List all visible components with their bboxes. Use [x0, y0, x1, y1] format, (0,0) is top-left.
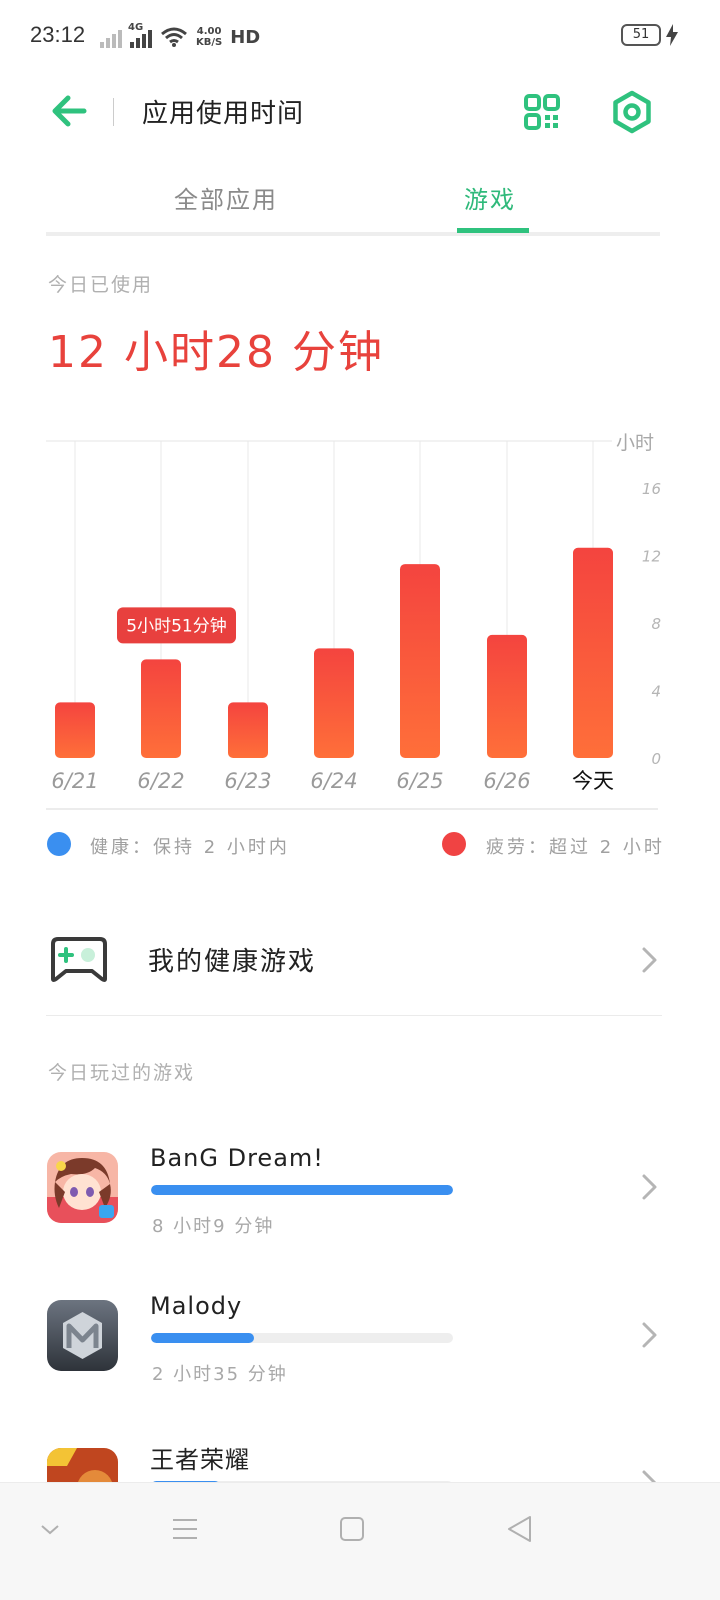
x-tick-label: 6/26 [483, 769, 530, 793]
divider [46, 1015, 662, 1016]
legend-tired-label: 疲劳：超过 2 小时 [486, 837, 665, 858]
game-name: 王者荣耀 [150, 1446, 250, 1474]
x-tick-label: 6/23 [224, 769, 271, 793]
home-icon[interactable] [332, 1509, 372, 1549]
chevron-right-icon [642, 1174, 657, 1200]
usage-progress-bar [151, 1185, 453, 1195]
legend-tired-dot [442, 832, 466, 856]
chart-bar [487, 634, 527, 758]
network-type: 4G [128, 22, 144, 33]
usage-bar-chart: 小时 16 12 8 4 0 6/21 6/22 6/23 6/24 6/25 6/26 今天 5小时51… [46, 432, 661, 810]
qr-code-icon[interactable] [522, 92, 562, 132]
signal-sim1-icon [100, 28, 122, 48]
game-list-item[interactable]: BanG Dream! 8 小时9 分钟 [0, 1144, 720, 1292]
status-icons: 4G 4.00 KB/S HD [100, 22, 260, 48]
game-name: BanG Dream! [150, 1144, 324, 1172]
battery-level: 51 [632, 27, 650, 42]
hd-indicator: HD [230, 27, 261, 48]
y-axis-unit-label: 小时 [616, 432, 654, 454]
game-play-time: 8 小时9 分钟 [152, 1216, 275, 1237]
chevron-right-icon [642, 947, 657, 973]
y-tick-label: 12 [642, 548, 661, 566]
x-tick-label: 6/24 [310, 769, 357, 793]
bang-dream-app-icon [47, 1152, 118, 1223]
game-play-time: 2 小时35 分钟 [152, 1364, 288, 1385]
back-arrow-icon[interactable] [48, 90, 90, 132]
network-speed: 4.00 KB/S [196, 26, 223, 48]
usage-progress-fill [151, 1185, 453, 1195]
game-list-item[interactable]: Malody 2 小时35 分钟 [0, 1292, 720, 1440]
y-tick-label: 4 [651, 683, 661, 701]
chart-bar [314, 648, 354, 758]
battery-icon: 51 [621, 24, 661, 46]
gamepad-icon [51, 937, 107, 982]
tab-all-apps[interactable]: 全部应用 [174, 180, 278, 215]
status-time: 23:12 [30, 22, 86, 47]
header-divider [113, 98, 114, 126]
x-tick-label: 6/22 [137, 769, 184, 793]
back-triangle-icon[interactable] [500, 1509, 540, 1549]
my-healthy-games-label: 我的健康游戏 [148, 947, 317, 977]
chart-bar [400, 564, 440, 758]
chart-bar [141, 659, 181, 758]
usage-progress-fill [151, 1333, 254, 1343]
legend-healthy-label: 健康：保持 2 小时内 [90, 837, 290, 858]
y-tick-label: 0 [651, 750, 661, 768]
chart-bar [55, 702, 95, 758]
page-title: 应用使用时间 [142, 99, 305, 129]
signal-sim2-icon: 4G [128, 22, 152, 48]
chart-bar [573, 547, 613, 758]
legend-healthy-dot [47, 832, 71, 856]
chart-bar [228, 702, 268, 758]
today-used-label: 今日已使用 [48, 274, 154, 296]
malody-app-icon [47, 1300, 118, 1371]
tab-bar: 全部应用 游戏 [46, 170, 660, 236]
today-used-value: 12 小时28 分钟 [48, 327, 384, 378]
charging-icon [666, 24, 678, 46]
x-tick-label: 6/21 [51, 769, 98, 793]
chart-tooltip-text: 5小时51分钟 [126, 616, 226, 636]
x-tick-label: 6/25 [396, 769, 443, 793]
settings-icon[interactable] [610, 90, 654, 134]
status-bar: 23:12 4G 4.00 KB/S HD 51 [0, 0, 720, 72]
game-name: Malody [150, 1292, 243, 1320]
tab-games[interactable]: 游戏 [464, 180, 516, 215]
chevron-right-icon [642, 1322, 657, 1348]
menu-icon[interactable] [165, 1509, 205, 1549]
wifi-icon [161, 27, 187, 47]
x-tick-label: 今天 [572, 769, 614, 793]
usage-progress-bar [151, 1333, 453, 1343]
my-healthy-games-row[interactable]: 我的健康游戏 [0, 905, 720, 1015]
played-today-label: 今日玩过的游戏 [48, 1062, 196, 1084]
chevron-down-icon[interactable] [30, 1509, 70, 1549]
y-tick-label: 16 [642, 480, 661, 498]
active-tab-indicator [457, 228, 529, 233]
system-nav-bar [0, 1482, 720, 1600]
y-tick-label: 8 [651, 615, 661, 633]
